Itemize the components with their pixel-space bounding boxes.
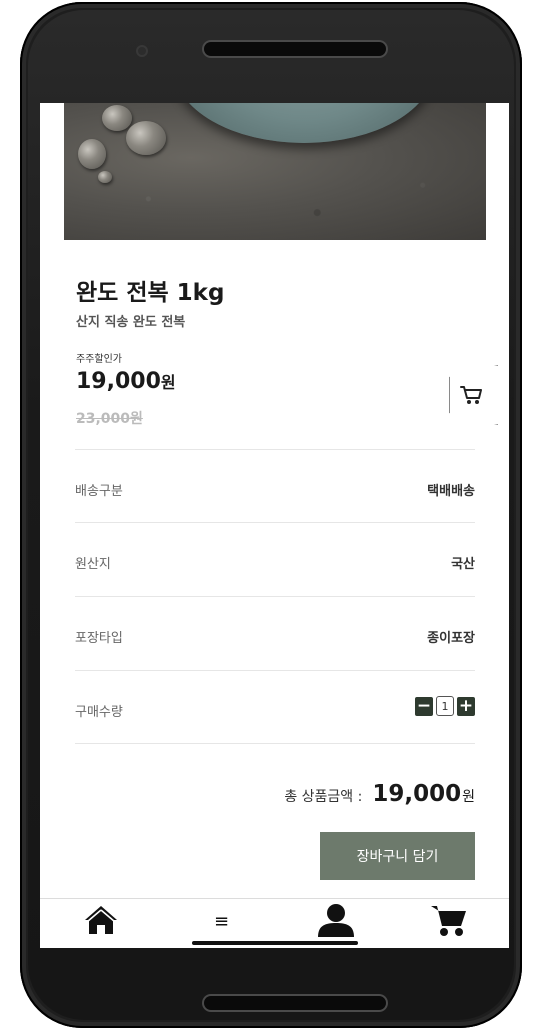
- water-drop: [98, 171, 112, 183]
- price-unit: 원: [160, 373, 176, 392]
- packaging-value: 종이포장: [427, 631, 475, 646]
- delivery-label: 배송구분: [75, 484, 123, 499]
- menu-icon: ≡: [214, 911, 230, 932]
- current-price: 19,000원: [76, 369, 176, 394]
- original-price: 23,000원: [76, 411, 143, 427]
- quantity-minus-button[interactable]: −: [415, 696, 433, 716]
- product-title: 완도 전복 1kg: [76, 280, 225, 306]
- cart-icon: [431, 906, 466, 936]
- info-row-delivery: 배송구분 택배배송: [75, 449, 475, 523]
- quantity-stepper: − 1 +: [415, 696, 475, 716]
- nav-cart[interactable]: [430, 903, 468, 941]
- total-value: 19,000: [372, 781, 462, 807]
- divider: [75, 743, 475, 744]
- quantity-label: 구매수량: [75, 705, 123, 720]
- top-speaker: [204, 42, 386, 56]
- nav-menu[interactable]: ≡: [214, 911, 229, 932]
- total-price: 총 상품금액 : 19,000 원: [284, 781, 475, 807]
- delivery-value: 택배배송: [427, 484, 475, 499]
- origin-value: 국산: [451, 557, 475, 572]
- front-camera: [136, 45, 148, 57]
- app-screen: 완도 전복 1kg 산지 직송 완도 전복 주주할인가 19,000원 23,0…: [40, 103, 509, 948]
- origin-label: 원산지: [75, 557, 111, 572]
- nav-home[interactable]: [84, 905, 118, 939]
- quick-add-cart-button[interactable]: [449, 365, 498, 425]
- info-row-origin: 원산지 국산: [75, 522, 475, 596]
- packaging-label: 포장타입: [75, 631, 123, 646]
- nav-profile[interactable]: [316, 903, 356, 941]
- discount-label: 주주할인가: [76, 354, 122, 365]
- home-icon: [85, 906, 117, 934]
- bottom-nav: ≡: [40, 898, 509, 948]
- quantity-plus-button[interactable]: +: [457, 696, 475, 716]
- water-drop: [102, 105, 132, 131]
- water-drop: [78, 139, 106, 169]
- product-subtitle: 산지 직송 완도 전복: [76, 315, 186, 330]
- total-unit: 원: [462, 789, 475, 805]
- product-image: [64, 103, 486, 240]
- water-drop: [126, 121, 166, 155]
- total-label: 총 상품금액 :: [284, 789, 363, 805]
- home-indicator: [192, 941, 358, 945]
- add-to-cart-button[interactable]: 장바구니 담기: [320, 832, 475, 880]
- info-row-packaging: 포장타입 종이포장: [75, 596, 475, 670]
- user-icon: [318, 904, 354, 937]
- cart-icon: [460, 386, 482, 404]
- bottom-speaker: [204, 996, 386, 1010]
- info-row-quantity: 구매수량 − 1 +: [75, 670, 475, 744]
- quantity-value[interactable]: 1: [436, 696, 454, 716]
- price-value: 19,000: [76, 369, 161, 394]
